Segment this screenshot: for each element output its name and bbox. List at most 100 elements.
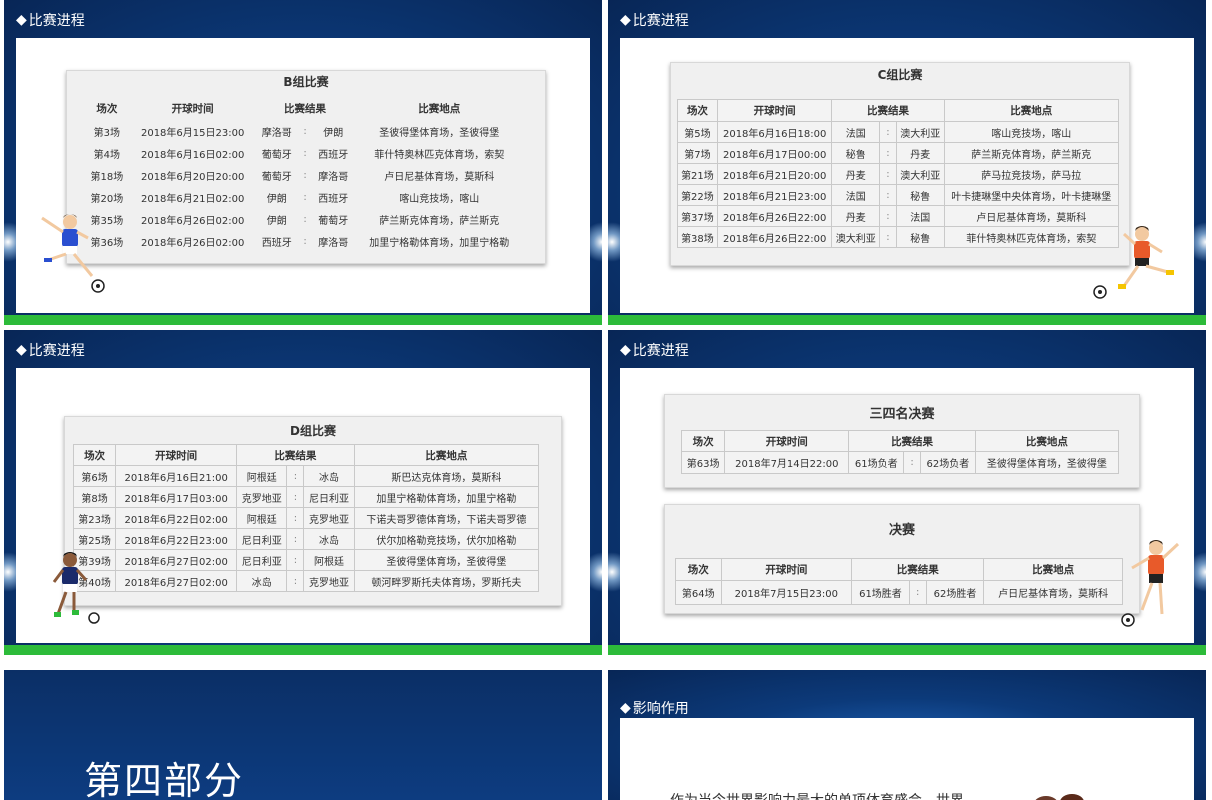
table-row: 第21场 2018年6月21日20:00 丹麦: 澳大利亚 萨马拉竞技场，萨马拉 (677, 163, 1120, 185)
cell: 第25场 (72, 528, 117, 550)
table-row: 第37场 2018年6月26日22:00 丹麦: 法国 卢日尼基体育场，莫斯科 (677, 205, 1120, 227)
table-title: 三四名决赛 (869, 407, 935, 422)
col-header: 开球时间 (716, 99, 833, 122)
table-row: 第7场 2018年6月17日00:00 秘鲁: 丹麦 萨兰斯克体育场，萨兰斯克 (677, 142, 1120, 164)
cell: : (286, 570, 305, 592)
cell: 澳大利亚 (831, 226, 880, 248)
cell: 61场胜者 (851, 580, 910, 605)
cell: 第5场 (677, 121, 718, 143)
cell: 第8场 (72, 486, 117, 508)
col-header: 比赛地点 (974, 430, 1120, 452)
cell: : (908, 580, 927, 605)
cell: : (878, 163, 897, 185)
cell: 2018年6月26日22:00 (716, 205, 833, 227)
match-table: 场次 开球时间 比赛结果 比赛地点 第5场 2018年6月16日18:00 法国: 澳… (677, 99, 1120, 248)
cell: : (878, 121, 897, 143)
footballer-icon (52, 552, 100, 624)
slide-c-group[interactable]: ◆ 比赛进程 C组比赛 场次 开球时间 比赛结果 比赛地点 第5场 2018年6月1… (608, 0, 1206, 325)
cell: : (303, 147, 307, 159)
cell: : (286, 528, 305, 550)
col-header: 比赛结果 (848, 430, 976, 452)
col-header: 比赛地点 (943, 99, 1120, 122)
cell: 冰岛 (303, 465, 355, 487)
cell: : (878, 184, 897, 206)
cell: 伊朗 (266, 193, 287, 205)
footballer-icon (1121, 540, 1180, 627)
cell: 顿河畔罗斯托夫体育场，罗斯托夫 (353, 570, 540, 592)
cell: 卢日尼基体育场，莫斯科 (384, 171, 495, 183)
cell: 葡萄牙 (318, 215, 349, 227)
cell: 丹麦 (831, 205, 880, 227)
cell: 第63场 (680, 451, 726, 474)
table-row: 第20场 2018年6月21日02:00 伊朗: 西班牙 喀山竞技场，喀山 (85, 186, 525, 208)
slide-b-group[interactable]: ◆ 比赛进程 B组比赛 场次 开球时间 比赛结果 比赛地点 第3场 2018年6月1… (4, 0, 602, 325)
table-card: D组比赛 场次 开球时间 比赛结果 比赛地点 第6场 2018年6月16日21:0… (64, 416, 562, 606)
col-header: 场次 (675, 558, 722, 581)
cell: 2018年7月15日23:00 (720, 580, 853, 605)
table-row: 第3场 2018年6月15日23:00 摩洛哥: 伊朗 圣彼得堡体育场，圣彼得堡 (85, 120, 525, 142)
cell: 62场胜者 (925, 580, 985, 605)
slide-d-group[interactable]: ◆ 比赛进程 D组比赛 场次 开球时间 比赛结果 比赛地点 第6场 2018年6月1… (4, 330, 602, 655)
table-row: 第36场 2018年6月26日02:00 西班牙: 摩洛哥 加里宁格勒体育场，加里宁格勒 (85, 230, 525, 252)
table-row: 第35场 2018年6月26日02:00 伊朗: 葡萄牙 萨兰斯克体育场，萨兰斯克 (85, 208, 525, 230)
footballer-icon (1093, 226, 1174, 299)
cell: 法国 (831, 184, 880, 206)
slide-section-four[interactable]: 第四部分 (4, 670, 602, 800)
table-row: 第5场 2018年6月16日18:00 法国: 澳大利亚 喀山竞技场，喀山 (677, 121, 1120, 143)
cell: : (878, 142, 897, 164)
cell: : (286, 507, 305, 529)
col-header: 场次 (680, 430, 726, 452)
diamond-icon: ◆ (620, 700, 631, 716)
table-row: 第64场 2018年7月15日23:00 61场胜者 : 62场胜者 卢日尼基体… (675, 580, 1123, 605)
third-place-card: 三四名决赛 场次 开球时间 比赛结果 比赛地点 第63场 2018年7月14日2… (664, 394, 1140, 488)
col-header: 比赛结果 (284, 102, 327, 115)
footballer-icon (41, 214, 105, 293)
table-row: 第8场 2018年6月17日03:00 克罗地亚: 尼日利亚 加里宁格勒体育场，加里宁格… (72, 486, 540, 508)
table-row: 第6场 2018年6月16日21:00 阿根廷: 冰岛 斯巴达克体育场，莫斯科 (72, 465, 540, 487)
final-card: 决赛 场次 开球时间 比赛结果 比赛地点 第64场 2018年7月15日23:0… (664, 504, 1140, 614)
cell: 2018年6月22日23:00 (115, 528, 238, 550)
match-table: 场次 开球时间 比赛结果 比赛地点 第64场 2018年7月15日23:00 6… (675, 558, 1123, 605)
cell: 克罗地亚 (236, 486, 288, 508)
cell: 2018年6月17日00:00 (716, 142, 833, 164)
cell: 2018年6月27日02:00 (115, 549, 238, 571)
cell: 伏尔加格勒竞技场，伏尔加格勒 (353, 528, 540, 550)
cell: : (303, 169, 307, 181)
cell: 秘鲁 (895, 226, 945, 248)
slide-impact[interactable]: ◆影响作用 作为当今世界影响力最大的单项体育盛会，世界 (608, 670, 1206, 800)
cell: 尼日利亚 (236, 528, 288, 550)
table-card: B组比赛 场次 开球时间 比赛结果 比赛地点 第3场 2018年6月15日23:0… (66, 70, 546, 264)
cell: 第21场 (677, 163, 718, 185)
header-label: 比赛进程 (632, 13, 689, 29)
slide-finals[interactable]: ◆ 比赛进程 三四名决赛 场次 开球时间 比赛结果 比赛地点 第63场 2018年… (608, 330, 1206, 655)
content-panel: B组比赛 场次 开球时间 比赛结果 比赛地点 第3场 2018年6月15日23:0… (16, 38, 590, 313)
cell: 秘鲁 (895, 184, 945, 206)
cell: : (303, 125, 307, 137)
cell: 2018年6月20日20:00 (140, 171, 245, 183)
cell: 喀山竞技场，喀山 (399, 193, 480, 205)
table-row: 第63场 2018年7月14日22:00 61场负者 : 62场负者 圣彼得堡体… (680, 451, 1120, 474)
cell: 第64场 (675, 580, 722, 605)
green-stripe (608, 315, 1206, 325)
col-header: 开球时间 (724, 430, 850, 452)
diamond-icon: ◆ (16, 342, 27, 358)
cell: 西班牙 (261, 237, 292, 249)
cell: 2018年6月22日02:00 (115, 507, 238, 529)
col-header: 开球时间 (171, 102, 214, 115)
cell: 62场负者 (920, 451, 976, 474)
cell: 第23场 (72, 507, 117, 529)
green-stripe (4, 645, 602, 655)
table-card: C组比赛 场次 开球时间 比赛结果 比赛地点 第5场 2018年6月16日18:0… (670, 62, 1130, 266)
cell: 尼日利亚 (236, 549, 288, 571)
table-row: 第38场 2018年6月26日22:00 澳大利亚: 秘鲁 菲什特奥林匹克体育场，索契 (677, 226, 1120, 248)
cell: 丹麦 (831, 163, 880, 185)
slide-header: ◆ 比赛进程 (620, 10, 689, 30)
table-row: 第39场 2018年6月27日02:00 尼日利亚: 阿根廷 圣彼得堡体育场，圣彼得堡 (72, 549, 540, 571)
content-panel: C组比赛 场次 开球时间 比赛结果 比赛地点 第5场 2018年6月16日18:0… (620, 38, 1194, 313)
diamond-icon: ◆ (620, 12, 631, 28)
cell: 2018年6月15日23:00 (140, 127, 245, 139)
col-header: 比赛结果 (831, 99, 945, 122)
slide-header: ◆ 比赛进程 (16, 10, 85, 30)
cell: 阿根廷 (303, 549, 355, 571)
cell: 61场负者 (848, 451, 905, 474)
